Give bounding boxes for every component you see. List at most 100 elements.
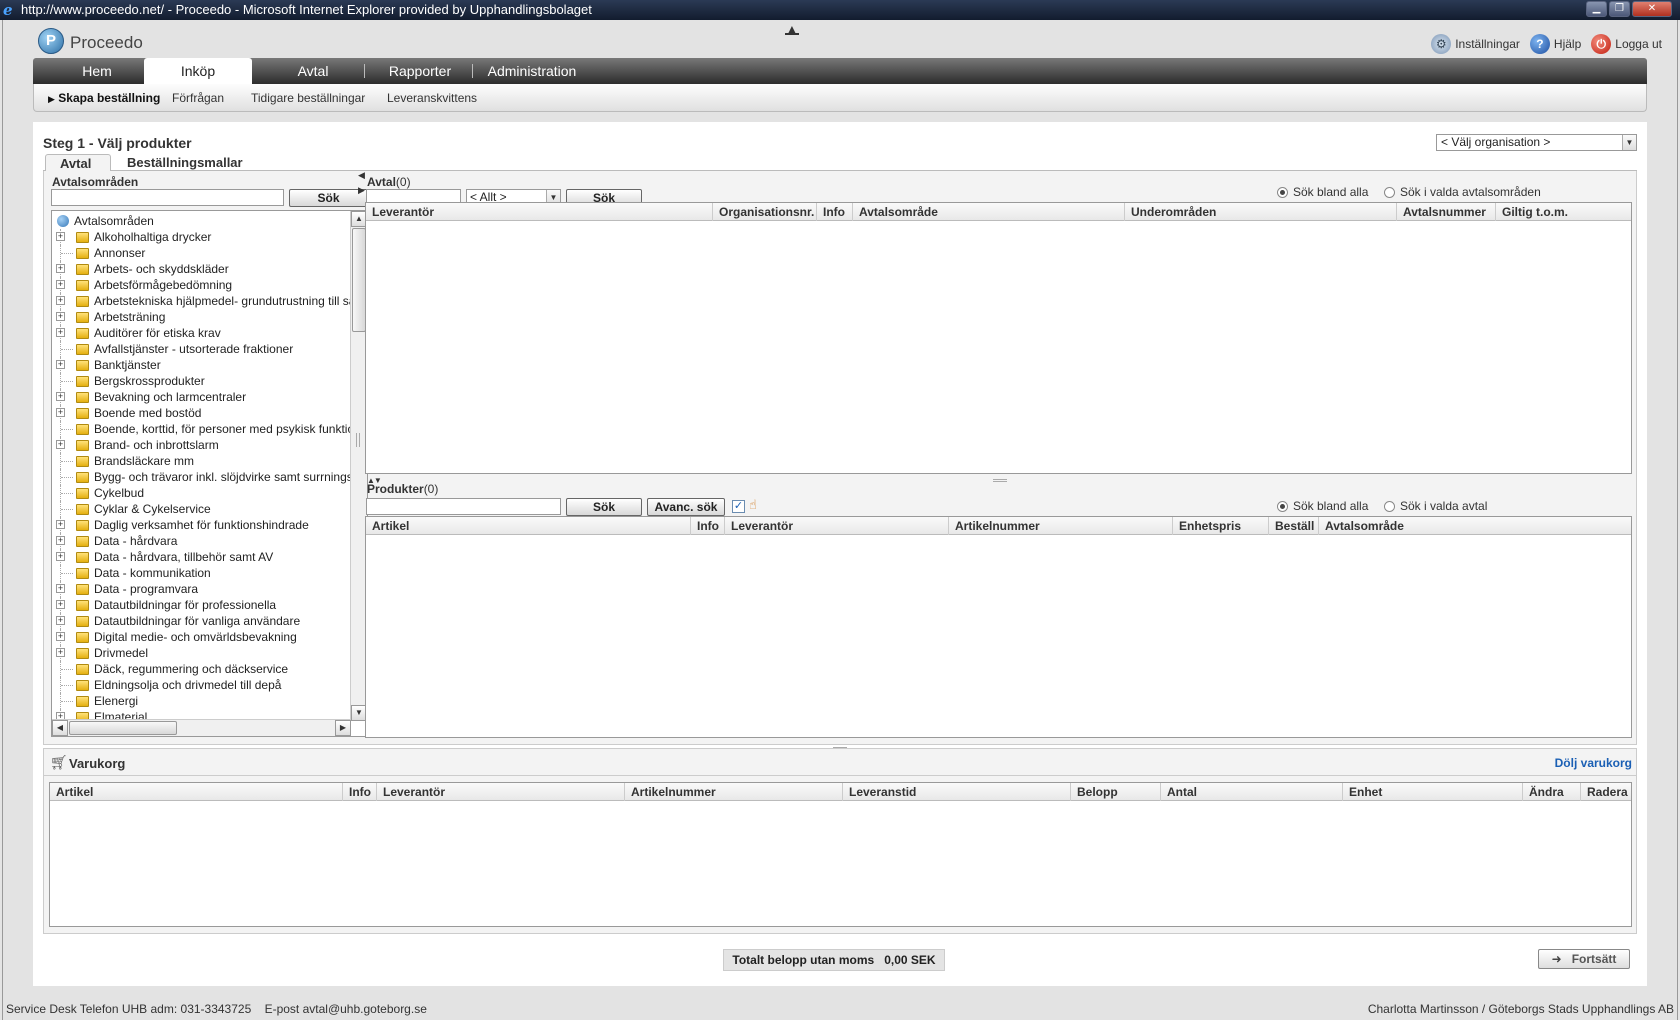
avtal-grid: Leverantör Organisationsnr. Info Avtalso…: [365, 202, 1632, 474]
nav-tab-avtal[interactable]: Avtal: [263, 58, 363, 84]
restore-button[interactable]: ❐: [1609, 1, 1630, 17]
expand-plus-icon[interactable]: +: [56, 264, 65, 273]
expand-plus-icon[interactable]: +: [56, 536, 65, 545]
produkter-radio-selected[interactable]: Sök i valda avtal: [1384, 499, 1487, 513]
col-artikel[interactable]: Artikel: [50, 783, 343, 801]
help-link[interactable]: ? Hjälp: [1529, 34, 1581, 54]
col-enhet[interactable]: Enhet: [1343, 783, 1523, 801]
col-bestall[interactable]: Beställ: [1269, 517, 1319, 535]
subnav-leveranskvittens[interactable]: Leveranskvittens: [387, 91, 477, 105]
scroll-right-arrow-icon[interactable]: ▶: [335, 720, 351, 736]
close-window-button[interactable]: ✕: [1632, 1, 1672, 17]
settings-link[interactable]: ⚙ Inställningar: [1431, 34, 1520, 54]
tree-horizontal-scroll-thumb[interactable]: [69, 721, 177, 735]
expand-plus-icon[interactable]: +: [56, 328, 65, 337]
col-leverantor[interactable]: Leverantör: [366, 203, 713, 221]
subnav-tidigare-bestallningar[interactable]: Tidigare beställningar: [251, 91, 365, 105]
scroll-left-arrow-icon[interactable]: ◀: [52, 720, 68, 736]
window-title: http://www.proceedo.net/ - Proceedo - Mi…: [21, 2, 592, 17]
col-underomraden[interactable]: Underområden: [1125, 203, 1397, 221]
nav-tab-inkop[interactable]: Inköp: [144, 58, 252, 86]
folder-icon: [76, 648, 89, 659]
folder-icon: [76, 440, 89, 451]
col-artikelnummer[interactable]: Artikelnummer: [949, 517, 1173, 535]
avtalsomraden-search-input[interactable]: [51, 189, 284, 206]
subnav-skapa-bestallning[interactable]: ▶ Skapa beställning: [48, 91, 160, 105]
tree-item-label: Drivmedel: [94, 646, 149, 660]
col-leverantor[interactable]: Leverantör: [377, 783, 625, 801]
expand-plus-icon[interactable]: +: [56, 584, 65, 593]
continue-button[interactable]: ➜ Fortsätt: [1538, 949, 1630, 969]
col-info[interactable]: Info: [343, 783, 377, 801]
tab-bestallningsmallar[interactable]: Beställningsmallar: [113, 154, 257, 172]
col-enhetspris[interactable]: Enhetspris: [1173, 517, 1269, 535]
expand-right-arrow-icon[interactable]: ▶: [358, 185, 365, 196]
expand-plus-icon[interactable]: +: [56, 296, 65, 305]
produkter-search-input[interactable]: [366, 498, 561, 515]
col-radera[interactable]: Radera: [1581, 783, 1632, 801]
nav-tab-hem[interactable]: Hem: [55, 58, 139, 84]
col-leverantor[interactable]: Leverantör: [725, 517, 949, 535]
avtal-radio-all[interactable]: Sök bland alla: [1277, 185, 1368, 199]
expand-plus-icon[interactable]: +: [56, 440, 65, 449]
collapse-left-arrow-icon[interactable]: ◀: [358, 170, 365, 181]
arrow-right-icon: ➜: [1551, 952, 1562, 966]
filter-checkbox[interactable]: ✓: [732, 500, 745, 513]
avtal-radio-selected[interactable]: Sök i valda avtalsområden: [1384, 185, 1541, 199]
expand-plus-icon[interactable]: +: [56, 232, 65, 241]
step-title: Steg 1 - Välj produkter: [43, 135, 192, 151]
col-leveranstid[interactable]: Leveranstid: [843, 783, 1071, 801]
col-artikelnummer[interactable]: Artikelnummer: [625, 783, 843, 801]
expand-plus-icon[interactable]: +: [56, 600, 65, 609]
collapse-header-icon[interactable]: ▲: [784, 22, 800, 36]
expand-plus-icon[interactable]: +: [56, 280, 65, 289]
col-belopp[interactable]: Belopp: [1071, 783, 1161, 801]
col-giltig-tom[interactable]: Giltig t.o.m.: [1496, 203, 1632, 221]
folder-icon: [76, 312, 89, 323]
col-info[interactable]: Info: [691, 517, 725, 535]
col-avtalsnummer[interactable]: Avtalsnummer: [1397, 203, 1496, 221]
tree-line: [61, 701, 73, 702]
expand-plus-icon[interactable]: +: [56, 392, 65, 401]
col-avtalsomrade[interactable]: Avtalsområde: [1319, 517, 1632, 535]
nav-tab-rapporter[interactable]: Rapporter: [370, 58, 470, 84]
tab-avtal[interactable]: Avtal: [45, 154, 111, 172]
col-andra[interactable]: Ändra: [1523, 783, 1581, 801]
tree-vertical-scroll-thumb[interactable]: [352, 228, 366, 332]
expand-plus-icon[interactable]: +: [56, 648, 65, 657]
vertical-splitter[interactable]: [356, 433, 360, 447]
col-organisationsnr[interactable]: Organisationsnr.: [713, 203, 817, 221]
avtalsomraden-search-button[interactable]: Sök: [289, 189, 368, 207]
horizontal-splitter[interactable]: [993, 479, 1007, 482]
col-info[interactable]: Info: [817, 203, 853, 221]
expand-plus-icon[interactable]: +: [56, 520, 65, 529]
sub-navigation: ▶ Skapa beställning Förfrågan Tidigare b…: [33, 84, 1647, 112]
expand-plus-icon[interactable]: +: [56, 552, 65, 561]
folder-icon: [76, 536, 89, 547]
minimize-button[interactable]: ▁: [1586, 1, 1607, 17]
proceedo-logo-icon: P: [38, 28, 64, 54]
col-antal[interactable]: Antal: [1161, 783, 1343, 801]
produkter-radio-all[interactable]: Sök bland alla: [1277, 499, 1368, 513]
expand-plus-icon[interactable]: +: [56, 616, 65, 625]
advanced-search-button[interactable]: Avanc. sök: [647, 498, 725, 516]
logout-link[interactable]: ⏻ Logga ut: [1591, 34, 1662, 54]
expand-plus-icon[interactable]: +: [56, 360, 65, 369]
hand-pointer-icon[interactable]: ☝: [749, 497, 763, 513]
col-avtalsomrade[interactable]: Avtalsområde: [853, 203, 1125, 221]
tree-horizontal-scrollbar[interactable]: ◀ ▶: [52, 719, 351, 736]
expand-plus-icon[interactable]: +: [56, 312, 65, 321]
expand-plus-icon[interactable]: +: [56, 408, 65, 417]
varukorg-title: Varukorg: [69, 756, 126, 771]
folder-icon: [76, 280, 89, 291]
hide-cart-link[interactable]: Dölj varukorg: [1555, 756, 1632, 770]
expand-plus-icon[interactable]: +: [56, 632, 65, 641]
organisation-select[interactable]: < Välj organisation > ▼: [1436, 134, 1637, 151]
subnav-forfragan[interactable]: Förfrågan: [172, 91, 224, 105]
tree-item-label: Cyklar & Cykelservice: [94, 502, 211, 516]
produkter-search-button[interactable]: Sök: [566, 498, 642, 516]
tree-root-label: Avtalsområden: [74, 214, 154, 228]
nav-tab-administration[interactable]: Administration: [477, 58, 587, 84]
total-value: 0,00 SEK: [884, 953, 936, 967]
col-artikel[interactable]: Artikel: [366, 517, 691, 535]
